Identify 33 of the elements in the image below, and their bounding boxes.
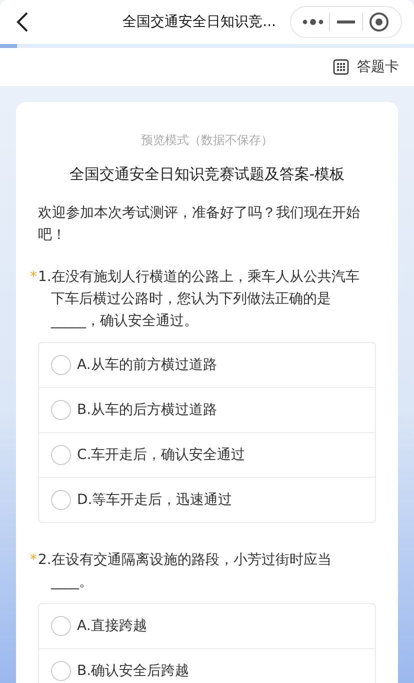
option-label: A.直接跨越 <box>77 617 147 635</box>
intro-text: 欢迎参加本次考试测评，准备好了吗？我们现在开始吧！ <box>38 204 361 245</box>
answer-card-button[interactable]: 答题卡 <box>333 58 399 76</box>
required-mark: * <box>30 551 38 570</box>
option-row[interactable]: A.从车的前方横过道路 <box>39 343 375 387</box>
radio-button[interactable] <box>51 616 71 636</box>
minus-icon <box>337 20 355 24</box>
option-row[interactable]: D.等车开走后，迅速通过 <box>39 477 375 522</box>
back-button[interactable] <box>14 10 30 34</box>
radio-button[interactable] <box>51 661 71 681</box>
radio-button[interactable] <box>51 445 71 465</box>
option-label: D.等车开走后，迅速通过 <box>77 491 232 509</box>
question-text: 2.在设有交通隔离设施的路段，小芳过街时应当____。 <box>38 551 332 592</box>
option-label: C.车开走后，确认安全通过 <box>77 446 246 464</box>
required-mark: * <box>30 268 38 287</box>
option-row[interactable]: C.车开走后，确认安全通过 <box>39 432 375 477</box>
form-title: 全国交通安全日知识竞赛试题及答案-模板 <box>68 165 346 184</box>
target-icon <box>369 12 389 32</box>
option-label: B.确认安全后跨越 <box>77 662 190 680</box>
back-icon <box>15 11 29 33</box>
page-title: 全国交通安全日知识竞... <box>122 13 277 31</box>
grid-icon <box>333 59 349 75</box>
question-text: 1.在没有施划人行横道的公路上，乘车人从公共汽车下车后横过公路时，您认为下列做法正确的是_____，确认安全通过。 <box>38 268 360 331</box>
option-row[interactable]: B.从车的后方横过道路 <box>39 387 375 432</box>
more-icon <box>302 18 324 26</box>
option-label: A.从车的前方横过道路 <box>77 356 217 374</box>
radio-button[interactable] <box>51 355 71 375</box>
preview-mode-note: 预览模式（数据不保存） <box>140 132 274 149</box>
option-row[interactable]: B.确认安全后跨越 <box>39 648 375 683</box>
radio-button[interactable] <box>51 400 71 420</box>
option-row[interactable]: A.直接跨越 <box>39 604 375 648</box>
option-label: B.从车的后方横过道路 <box>77 401 218 419</box>
radio-button[interactable] <box>51 490 71 510</box>
